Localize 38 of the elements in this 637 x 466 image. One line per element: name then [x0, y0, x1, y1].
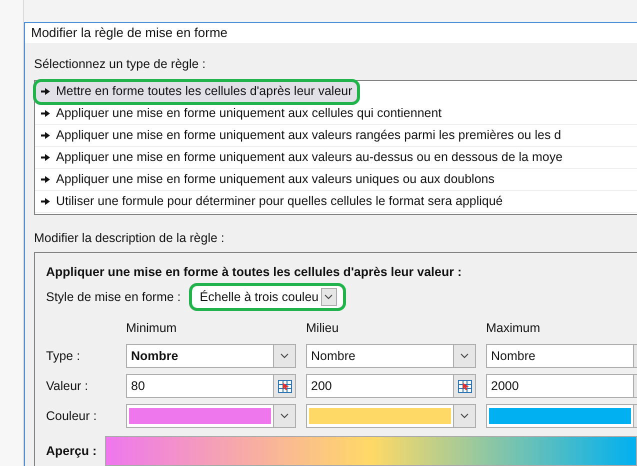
row-label: Type :: [46, 348, 82, 365]
rule-type-item[interactable]: Mettre en forme toutes les cellules d'après leur valeur: [35, 80, 358, 103]
range-select-icon: [278, 380, 292, 392]
color-dropdown[interactable]: [306, 404, 476, 428]
chevron-down-icon: [280, 413, 289, 419]
column-header: Maximum: [486, 320, 542, 338]
arrow-bullet-icon: [41, 198, 50, 205]
section-label: Sélectionnez un type de règle :: [34, 56, 207, 73]
row-label: Valeur :: [46, 378, 90, 395]
color-dropdown[interactable]: [486, 404, 637, 428]
preview-label: Aperçu :: [46, 443, 97, 460]
column-header: Minimum: [126, 320, 178, 338]
rule-type-list[interactable]: [34, 80, 637, 215]
rule-type-item[interactable]: Appliquer une mise en forme uniquement aux cellules qui contiennent: [35, 102, 637, 125]
style-label: Style de mise en forme :: [46, 288, 181, 306]
type-dropdown[interactable]: Nombre: [486, 344, 637, 368]
section-label: Modifier la description de la règle :: [34, 230, 226, 247]
row-label: Couleur :: [46, 408, 98, 425]
arrow-bullet-icon: [41, 110, 50, 117]
arrow-bullet-icon: [41, 88, 50, 95]
arrow-bullet-icon: [41, 176, 50, 183]
chevron-down-icon: [280, 353, 289, 359]
chevron-down-icon: [460, 353, 469, 359]
column-header: Milieu: [306, 320, 340, 338]
type-dropdown[interactable]: Nombre: [306, 344, 476, 368]
type-dropdown[interactable]: Nombre: [126, 344, 296, 368]
value-field[interactable]: 2000: [486, 374, 637, 398]
range-select-icon: [458, 380, 472, 392]
chevron-down-icon: [324, 294, 334, 300]
arrow-bullet-icon: [41, 132, 50, 139]
value-field[interactable]: 200: [306, 374, 476, 398]
rule-heading: Appliquer une mise en forme à toutes les cellules d'après leur valeur :: [46, 264, 463, 281]
window-title: Modifier la règle de mise en forme: [25, 23, 637, 43]
color-dropdown[interactable]: [126, 404, 296, 428]
value-field[interactable]: 80: [126, 374, 296, 398]
style-dropdown[interactable]: Échelle à trois couleu: [188, 283, 346, 312]
arrow-bullet-icon: [41, 154, 50, 161]
chevron-down-icon: [460, 413, 469, 419]
